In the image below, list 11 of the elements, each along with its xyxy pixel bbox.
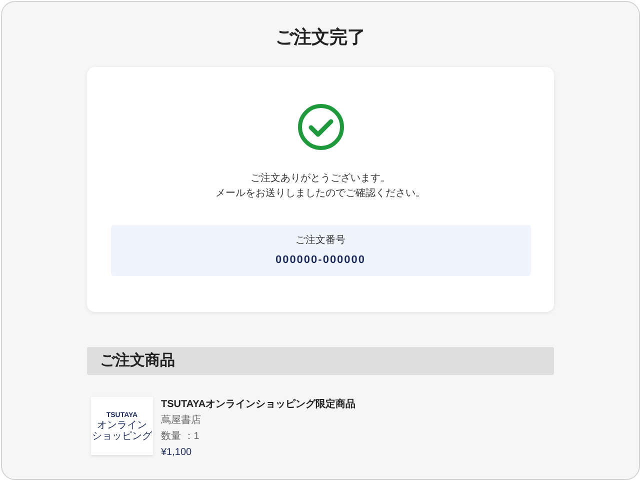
product-seller: 蔦屋書店 [161,414,202,428]
page-title: ご注文完了 [276,26,366,49]
thumbnail-subtitle: オンライン ショッピング [92,420,152,442]
thank-you-message: ご注文ありがとうございます。 メールをお送りしましたのでご確認ください。 [216,172,426,201]
order-number-label: ご注文番号 [296,234,346,248]
check-circle-icon [296,103,344,151]
order-number: 000000-000000 [275,252,366,268]
product-name: TSUTAYAオンラインショッピング限定商品 [161,398,356,412]
section-heading: ご注文商品 [100,350,175,371]
product-price: ¥1,100 [161,446,193,460]
product-quantity: 数量 ：1 [161,430,200,444]
